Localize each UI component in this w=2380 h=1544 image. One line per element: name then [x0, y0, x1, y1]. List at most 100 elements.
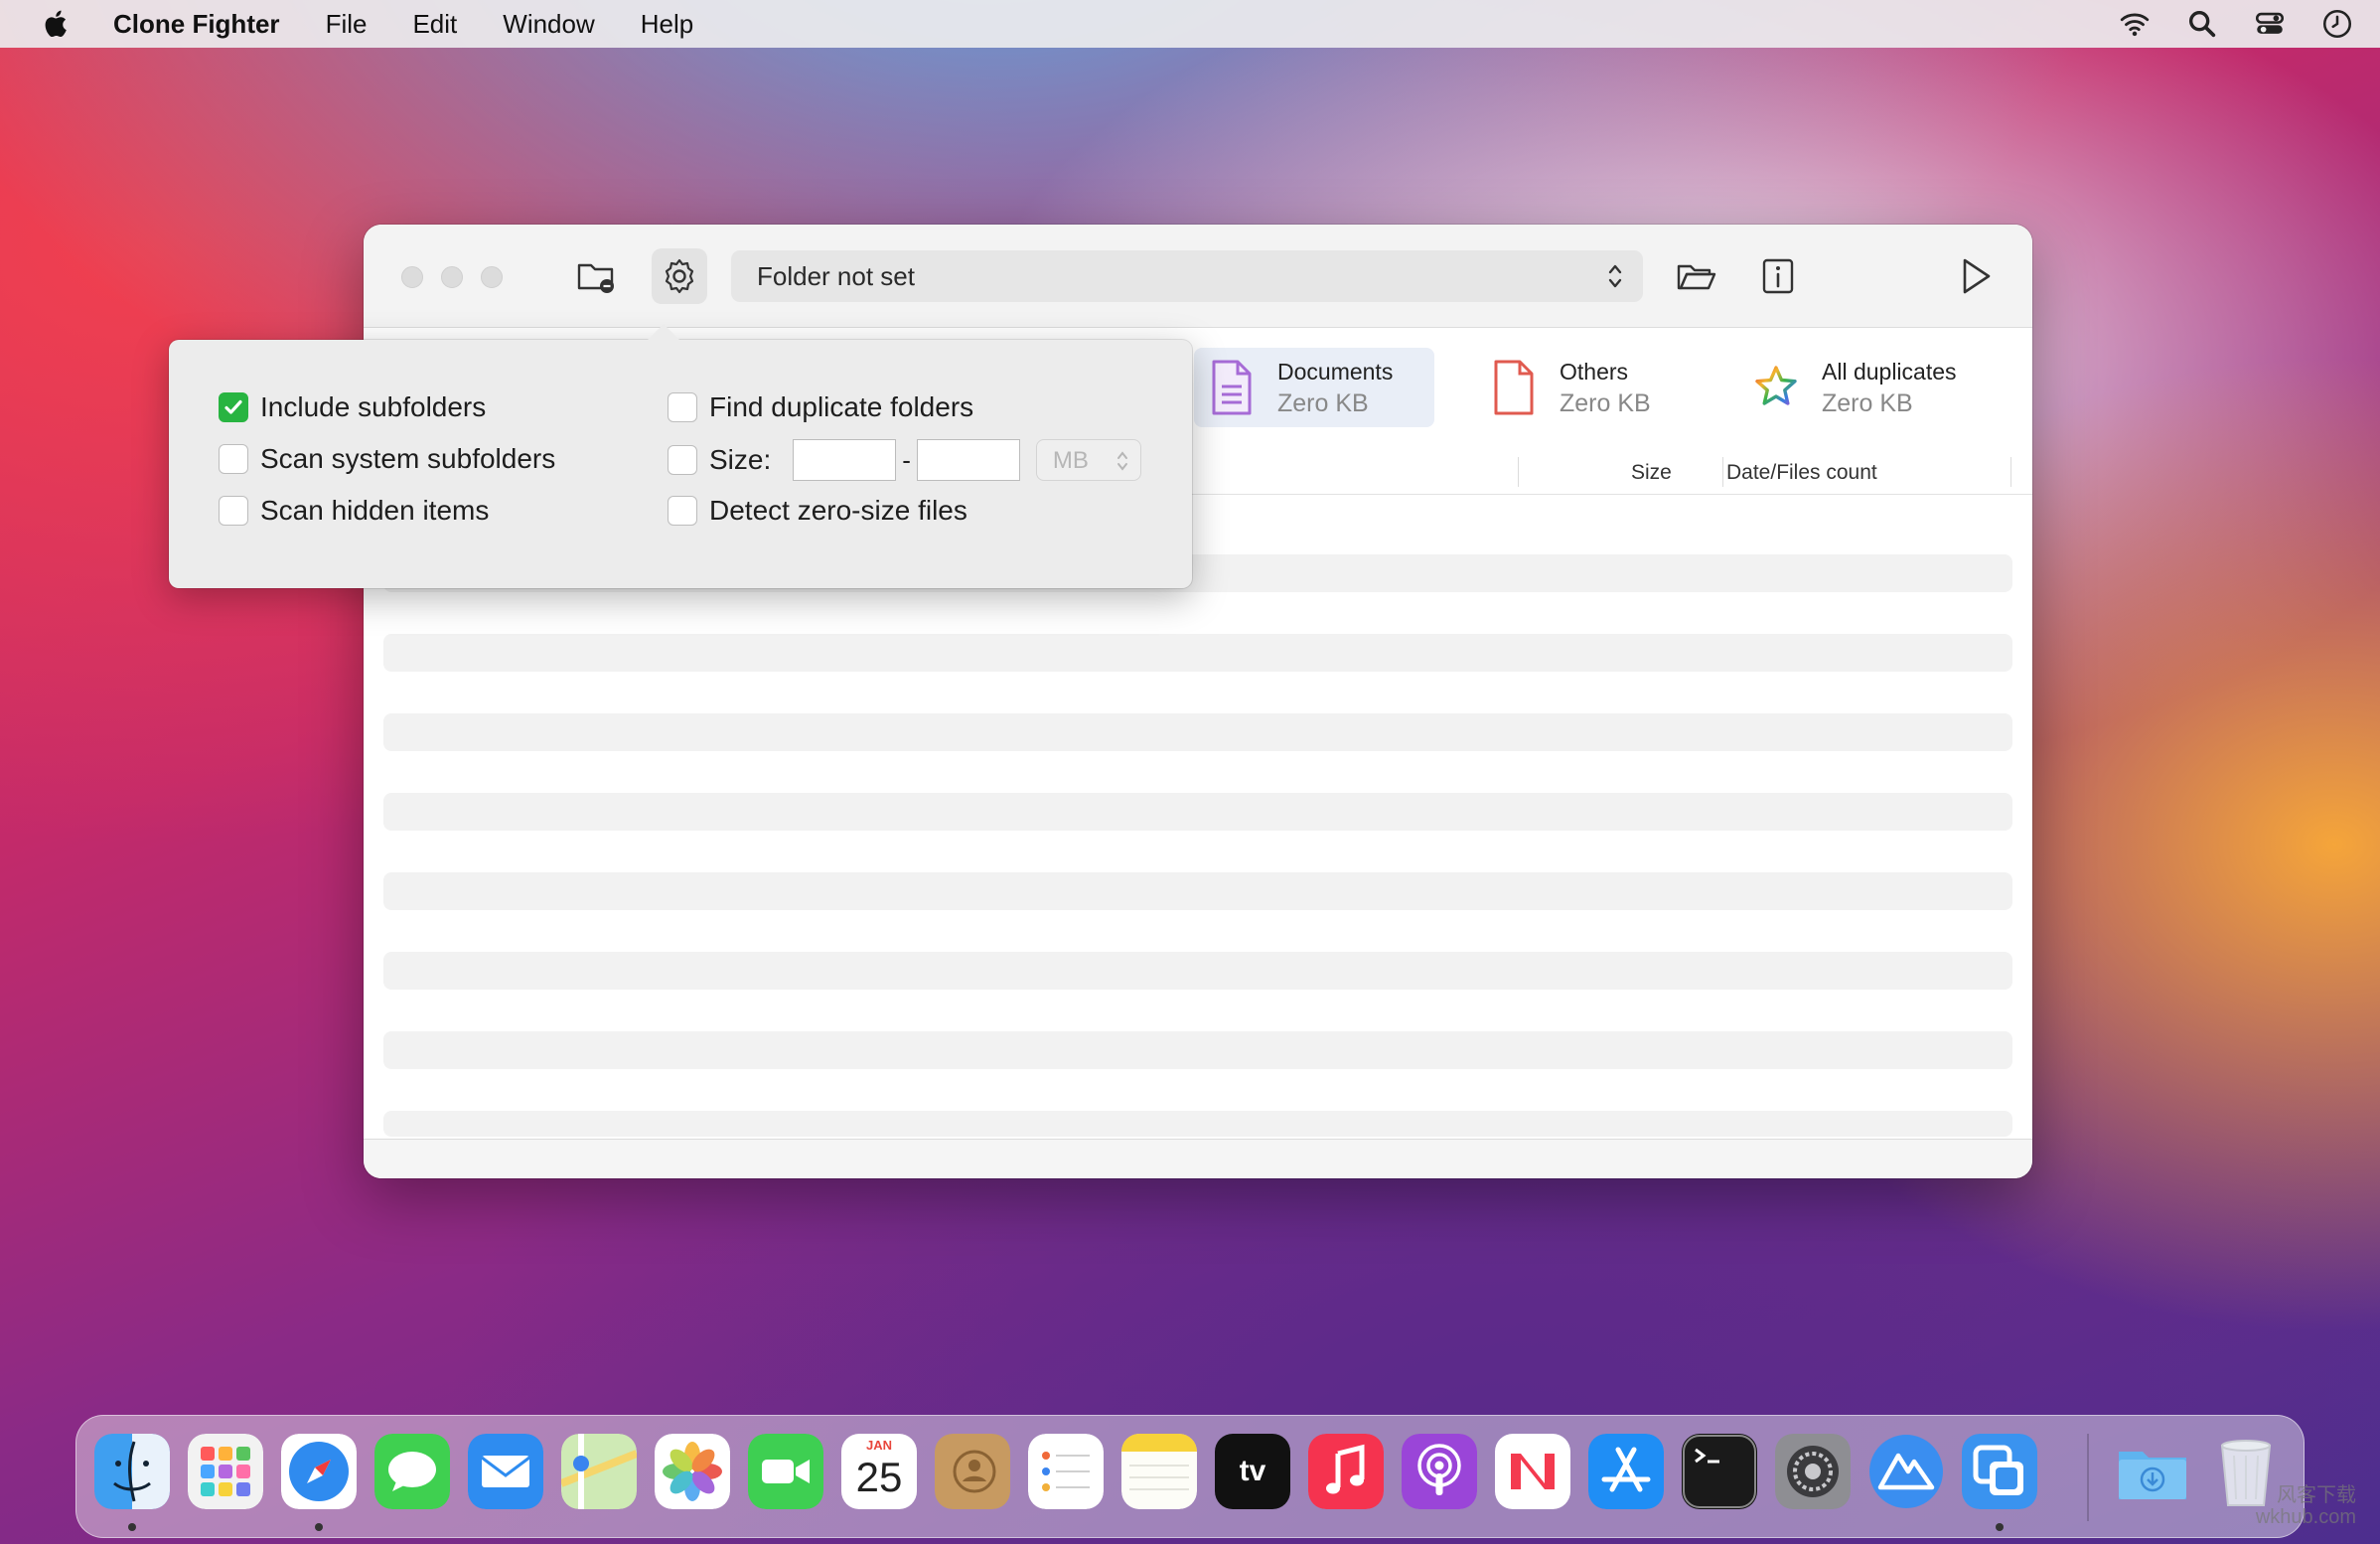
dock-clone-fighter[interactable] [1868, 1434, 1944, 1509]
remove-folder-button[interactable] [568, 248, 624, 304]
size-filter-label: Size: [709, 444, 772, 475]
column-date-files-count[interactable]: Date/Files count [1726, 461, 1877, 485]
category-others-label: Others [1560, 359, 1629, 385]
search-icon[interactable] [2185, 7, 2219, 41]
size-max-input[interactable] [916, 439, 1020, 481]
find-duplicate-folders-option[interactable]: Find duplicate folders [668, 391, 973, 423]
detect-zero-size-option[interactable]: Detect zero-size files [668, 495, 967, 527]
dock-app-store[interactable] [1588, 1434, 1664, 1509]
dock: JAN 25 tv [75, 1415, 2305, 1538]
watermark: 风客下载 wkhub.com [2256, 1484, 2356, 1528]
include-subfolders-checkbox[interactable] [219, 392, 248, 422]
watermark-line1: 风客下载 [2277, 1484, 2356, 1506]
dock-calendar[interactable]: JAN 25 [841, 1434, 917, 1509]
scan-hidden-items-option[interactable]: Scan hidden items [219, 495, 489, 527]
play-icon [1963, 258, 1991, 294]
dock-parallels[interactable] [1962, 1434, 2037, 1509]
wifi-icon[interactable] [2118, 7, 2152, 41]
finder-icon [94, 1434, 170, 1509]
reminders-icon [1028, 1434, 1104, 1509]
list-row [383, 952, 2012, 990]
dock-downloads[interactable] [2115, 1434, 2190, 1509]
scan-system-subfolders-option[interactable]: Scan system subfolders [219, 443, 555, 475]
open-folder-button[interactable] [1669, 248, 1724, 304]
dock-photos[interactable] [655, 1434, 730, 1509]
category-others[interactable]: Others Zero KB [1476, 348, 1695, 427]
column-size[interactable]: Size [1631, 461, 1672, 485]
facetime-icon [748, 1434, 823, 1509]
list-row [383, 872, 2012, 910]
zoom-window-button[interactable] [481, 266, 503, 288]
scan-system-subfolders-checkbox[interactable] [219, 444, 248, 474]
include-subfolders-option[interactable]: Include subfolders [219, 391, 486, 423]
column-separator[interactable] [2010, 457, 2011, 487]
dock-podcasts[interactable] [1402, 1434, 1477, 1509]
dock-apple-tv[interactable]: tv [1215, 1434, 1290, 1509]
dock-contacts[interactable] [935, 1434, 1010, 1509]
category-documents[interactable]: Documents Zero KB [1194, 348, 1434, 427]
system-preferences-icon [1775, 1434, 1851, 1509]
clock-icon[interactable] [2320, 7, 2354, 41]
menu-file[interactable]: File [326, 9, 368, 40]
blank-document-icon [1494, 360, 1534, 415]
folder-select[interactable]: Folder not set [731, 250, 1643, 302]
folder-minus-icon [577, 263, 614, 293]
list-row [383, 1031, 2012, 1069]
info-icon [1762, 258, 1794, 294]
photos-icon [655, 1434, 730, 1509]
watermark-line2: wkhub.com [2255, 1506, 2356, 1528]
scan-hidden-items-checkbox[interactable] [219, 496, 248, 526]
close-window-button[interactable] [401, 266, 423, 288]
menu-bar: Clone Fighter File Edit Window Help [0, 0, 2380, 48]
dock-system-preferences[interactable] [1775, 1434, 1851, 1509]
info-button[interactable] [1750, 248, 1806, 304]
dock-music[interactable] [1308, 1434, 1384, 1509]
dock-messages[interactable] [374, 1434, 450, 1509]
menu-edit[interactable]: Edit [412, 9, 457, 40]
toolbar: Folder not set [364, 225, 2032, 328]
size-unit-value: MB [1052, 447, 1089, 474]
dock-safari[interactable] [281, 1434, 357, 1509]
dock-facetime[interactable] [748, 1434, 823, 1509]
running-indicator [128, 1523, 136, 1531]
clone-fighter-icon [1869, 1435, 1943, 1508]
settings-button[interactable] [652, 248, 707, 304]
folder-open-icon [1677, 264, 1716, 290]
size-min-input[interactable] [793, 439, 897, 481]
find-duplicate-folders-checkbox[interactable] [668, 392, 697, 422]
menu-window[interactable]: Window [503, 9, 594, 40]
settings-popover: Include subfolders Scan system subfolder… [169, 324, 1192, 588]
control-center-icon[interactable] [2253, 7, 2287, 41]
category-documents-label: Documents [1277, 359, 1394, 385]
dock-reminders[interactable] [1028, 1434, 1104, 1509]
dock-news[interactable] [1495, 1434, 1570, 1509]
size-unit-select[interactable]: MB [1035, 439, 1141, 481]
dock-launchpad[interactable] [188, 1434, 263, 1509]
apple-tv-label: tv [1239, 1455, 1266, 1487]
category-all-duplicates[interactable]: All duplicates Zero KB [1738, 348, 2016, 427]
include-subfolders-label: Include subfolders [260, 391, 487, 422]
dock-separator [2087, 1434, 2089, 1521]
menu-help[interactable]: Help [641, 9, 693, 40]
maps-icon [561, 1434, 637, 1509]
apple-icon[interactable] [40, 7, 74, 41]
minimize-window-button[interactable] [441, 266, 463, 288]
dock-notes[interactable] [1121, 1434, 1197, 1509]
dock-terminal[interactable] [1682, 1434, 1757, 1509]
dock-maps[interactable] [561, 1434, 637, 1509]
list-row [383, 634, 2012, 672]
detect-zero-size-checkbox[interactable] [668, 496, 697, 526]
launchpad-icon [188, 1434, 263, 1509]
dock-finder[interactable] [94, 1434, 170, 1509]
size-filter-checkbox[interactable] [668, 445, 697, 475]
column-separator[interactable] [1518, 457, 1519, 487]
column-separator[interactable] [1722, 457, 1723, 487]
start-scan-button[interactable] [1947, 248, 2003, 304]
dock-mail[interactable] [468, 1434, 543, 1509]
scan-hidden-items-label: Scan hidden items [260, 495, 490, 526]
menu-app-name[interactable]: Clone Fighter [113, 9, 280, 40]
safari-icon [281, 1434, 357, 1509]
music-icon [1308, 1434, 1384, 1509]
podcasts-icon [1402, 1434, 1477, 1509]
list-row [383, 1111, 2012, 1137]
